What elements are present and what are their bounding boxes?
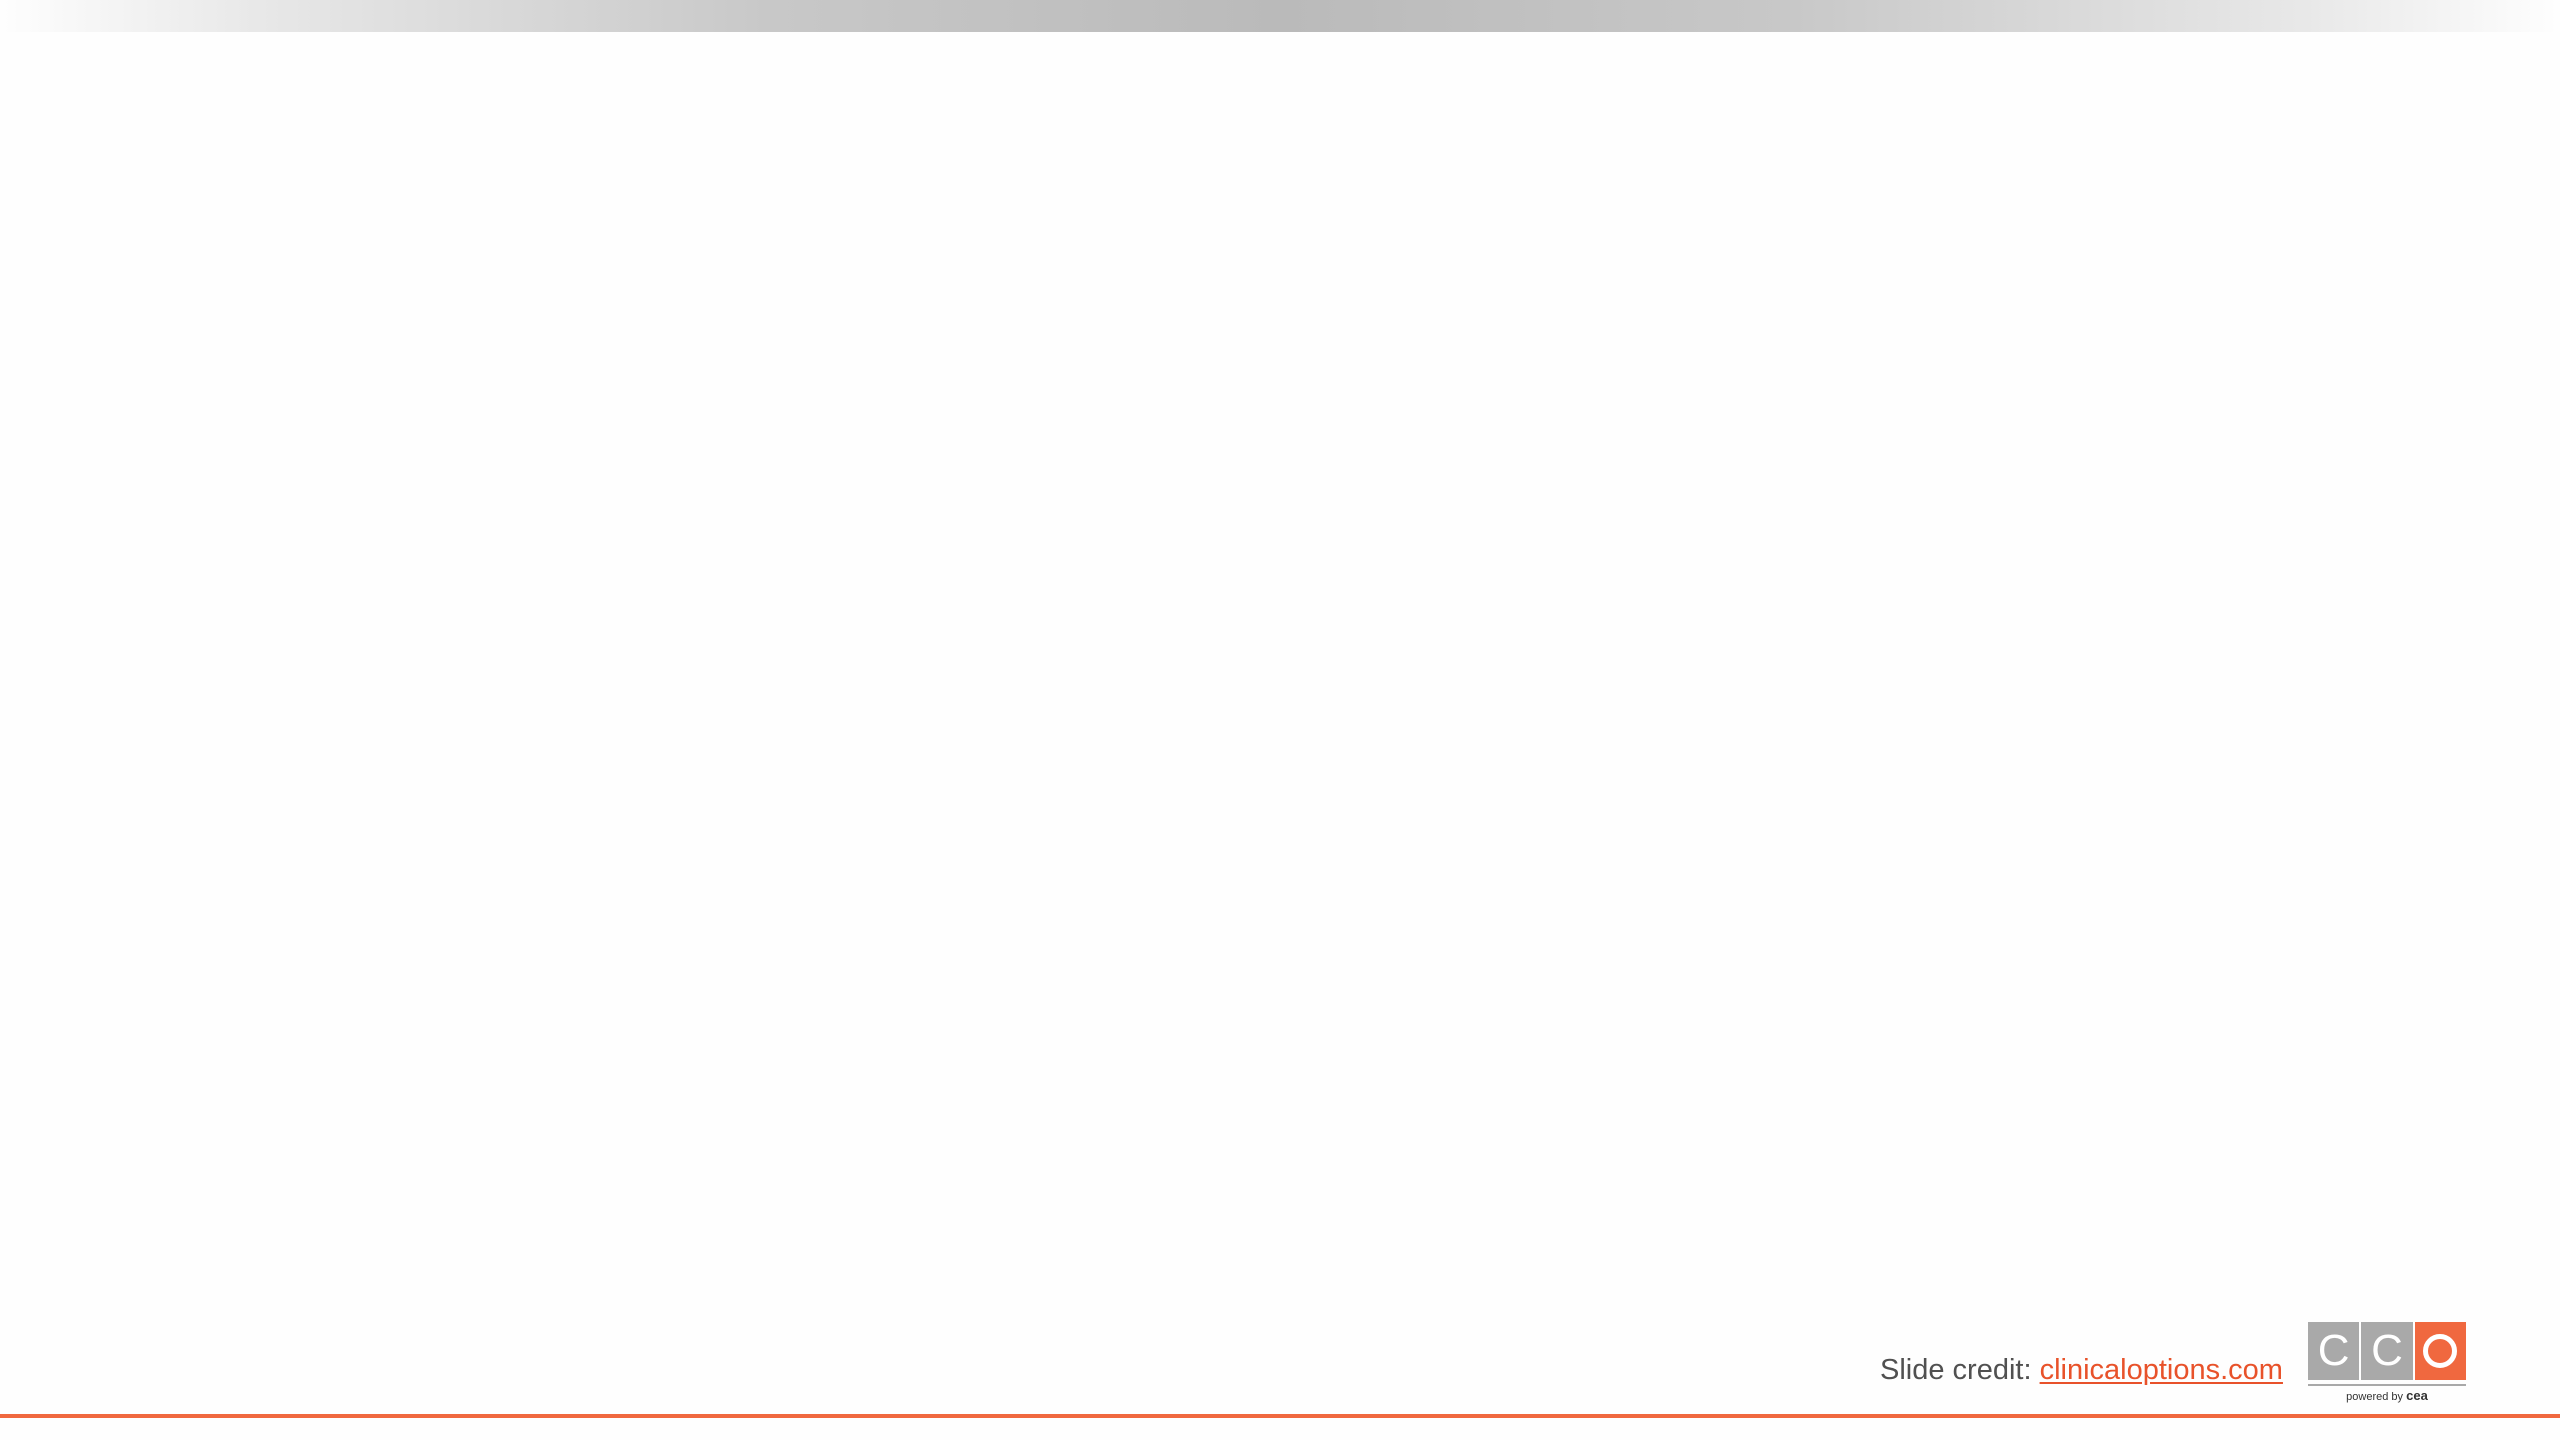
cco-logo: C C powered by cea xyxy=(2308,1322,2468,1412)
logo-tile-c1: C xyxy=(2308,1322,2360,1380)
cco-logo-tiles: C C xyxy=(2308,1322,2466,1380)
slide-credit-label: Slide credit: xyxy=(1880,1354,2040,1386)
slide: Slide credit: clinicaloptions.com C C po… xyxy=(0,0,2560,1440)
top-gradient-band xyxy=(0,0,2560,32)
logo-tile-o xyxy=(2412,1322,2466,1380)
bottom-accent-rule xyxy=(0,1414,2560,1418)
logo-powered-by: powered by cea xyxy=(2308,1388,2466,1405)
powered-by-brand: cea xyxy=(2406,1388,2428,1403)
slide-credit: Slide credit: clinicaloptions.com xyxy=(1880,1350,2283,1390)
logo-tile-c2: C xyxy=(2359,1322,2413,1380)
logo-o-ring-icon xyxy=(2423,1334,2458,1368)
logo-divider xyxy=(2308,1384,2466,1386)
clinicaloptions-link[interactable]: clinicaloptions.com xyxy=(2040,1354,2283,1386)
powered-by-text: powered by xyxy=(2346,1391,2404,1403)
